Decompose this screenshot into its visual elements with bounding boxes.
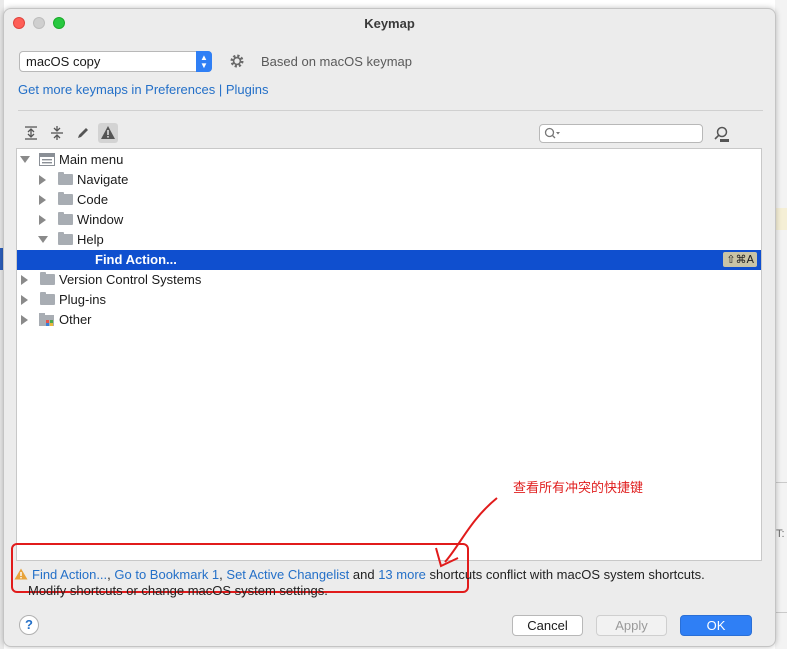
background-highlight bbox=[775, 208, 787, 230]
tree-item-label: Navigate bbox=[77, 172, 129, 187]
tree-item-window[interactable]: Window bbox=[17, 210, 761, 230]
folder-icon bbox=[58, 192, 73, 205]
tree-item-label: Version Control Systems bbox=[59, 272, 202, 287]
background-fragment: T: bbox=[776, 528, 785, 540]
tree-item-label: Other bbox=[59, 312, 92, 327]
conflict-link-changelist[interactable]: Set Active Changelist bbox=[226, 567, 349, 582]
keymap-select-value: macOS copy bbox=[26, 54, 101, 69]
folder-icon bbox=[58, 212, 73, 225]
collapsed-arrow-icon[interactable] bbox=[39, 195, 46, 205]
window-title: Keymap bbox=[364, 16, 415, 31]
conflict-message: shortcuts conflict with macOS system sho… bbox=[425, 567, 705, 582]
conflict-and: and bbox=[349, 567, 379, 582]
folder-icon bbox=[40, 272, 55, 285]
shortcut-badge: ⇧⌘A bbox=[723, 252, 757, 267]
conflict-link-more[interactable]: 13 more bbox=[378, 567, 426, 582]
conflict-link-find-action[interactable]: Find Action... bbox=[32, 567, 107, 582]
tree-item-label: Window bbox=[77, 212, 124, 227]
warning-icon bbox=[14, 568, 28, 580]
conflict-link-bookmark[interactable]: Go to Bookmark 1 bbox=[114, 567, 219, 582]
collapsed-arrow-icon[interactable] bbox=[21, 315, 28, 325]
conflict-message-line2: Modify shortcuts or change macOS system … bbox=[28, 583, 328, 598]
background-divider bbox=[775, 482, 787, 483]
title-bar: Keymap bbox=[4, 9, 775, 37]
background-divider bbox=[775, 612, 787, 613]
tree-item-other[interactable]: Other bbox=[17, 310, 761, 330]
divider bbox=[18, 110, 763, 111]
collapsed-arrow-icon[interactable] bbox=[21, 275, 28, 285]
tree-item-plugins[interactable]: Plug-ins bbox=[17, 290, 761, 310]
tree-item-label: Code bbox=[77, 192, 109, 207]
folder-icon bbox=[58, 172, 73, 185]
help-button[interactable]: ? bbox=[19, 615, 39, 635]
gear-icon[interactable] bbox=[228, 52, 246, 70]
annotation-text: 查看所有冲突的快捷键 bbox=[513, 480, 644, 495]
background-window-edge-right bbox=[775, 0, 787, 649]
tree-item-find-action[interactable]: Find Action... ⇧⌘A bbox=[17, 250, 761, 270]
tree-item-label: Plug-ins bbox=[59, 292, 106, 307]
search-input[interactable] bbox=[539, 124, 703, 143]
collapsed-arrow-icon[interactable] bbox=[21, 295, 28, 305]
expanded-arrow-icon[interactable] bbox=[20, 156, 30, 163]
collapsed-arrow-icon[interactable] bbox=[39, 175, 46, 185]
expanded-arrow-icon[interactable] bbox=[38, 236, 48, 243]
find-by-shortcut-icon[interactable] bbox=[711, 124, 731, 144]
keymap-select[interactable]: macOS copy ▲ ▼ bbox=[19, 51, 212, 72]
tree-item-code[interactable]: Code bbox=[17, 190, 761, 210]
tree-item-main-menu[interactable]: Main menu bbox=[17, 150, 761, 170]
tree-item-help[interactable]: Help bbox=[17, 230, 761, 250]
collapse-all-icon[interactable] bbox=[48, 124, 66, 142]
chevron-updown-icon: ▲ ▼ bbox=[196, 51, 212, 72]
keymap-tree[interactable]: Main menu Navigate Code Window Help Find… bbox=[16, 148, 762, 561]
based-on-label: Based on macOS keymap bbox=[261, 54, 413, 69]
tree-item-vcs[interactable]: Version Control Systems bbox=[17, 270, 761, 290]
cancel-button[interactable]: Cancel bbox=[512, 615, 583, 636]
menu-icon bbox=[39, 153, 55, 166]
search-icon bbox=[544, 127, 560, 139]
other-folder-icon bbox=[39, 313, 54, 326]
tree-item-label: Main menu bbox=[59, 152, 124, 167]
show-conflicts-icon[interactable] bbox=[98, 123, 118, 143]
tree-item-label: Help bbox=[77, 232, 104, 247]
ok-button[interactable]: OK bbox=[680, 615, 752, 636]
folder-icon bbox=[40, 292, 55, 305]
edit-pencil-icon[interactable] bbox=[74, 124, 92, 142]
apply-button[interactable]: Apply bbox=[596, 615, 667, 636]
get-more-keymaps-link[interactable]: Get more keymaps in Preferences | Plugin… bbox=[18, 82, 269, 97]
tree-item-navigate[interactable]: Navigate bbox=[17, 170, 761, 190]
collapsed-arrow-icon[interactable] bbox=[39, 215, 46, 225]
conflict-warning: Find Action..., Go to Bookmark 1, Set Ac… bbox=[14, 567, 774, 599]
keymap-dialog: Keymap macOS copy ▲ ▼ Based on macOS keym… bbox=[3, 8, 776, 647]
tree-item-label: Find Action... bbox=[95, 252, 177, 267]
expand-all-icon[interactable] bbox=[22, 124, 40, 142]
folder-icon bbox=[58, 232, 73, 245]
